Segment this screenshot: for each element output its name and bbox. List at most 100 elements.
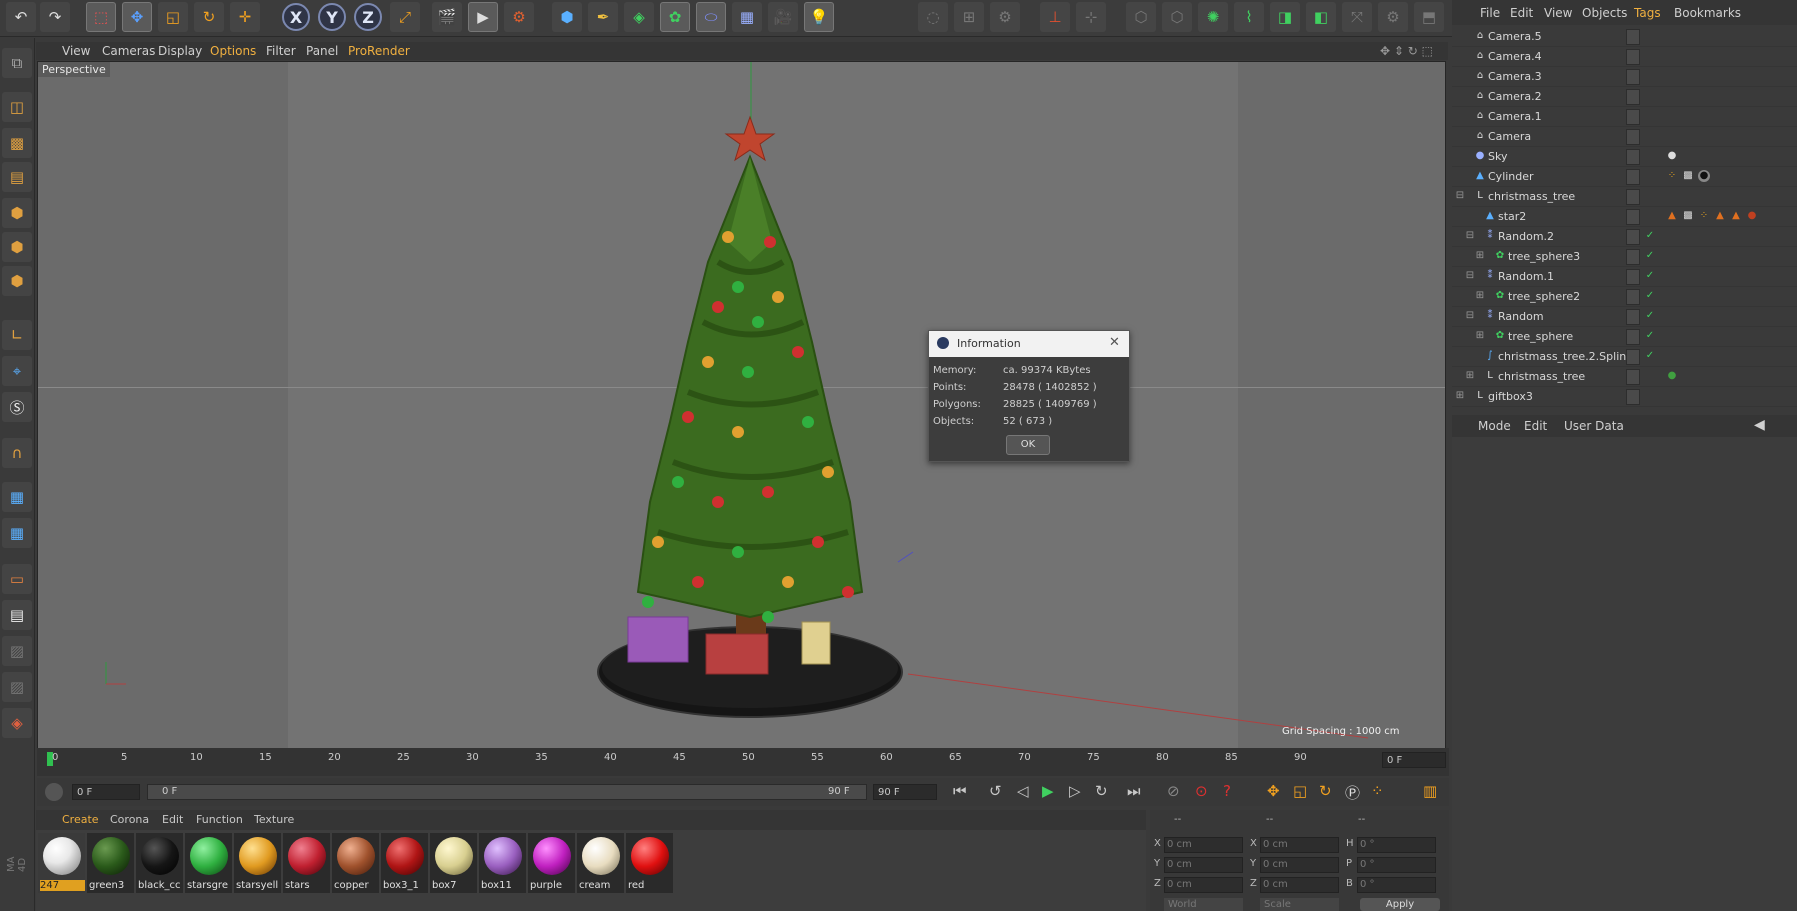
material-swatch[interactable]: green3 xyxy=(87,833,134,893)
redo-icon[interactable]: ↷ xyxy=(40,2,70,32)
object-row[interactable]: ⌂ Camera.2 xyxy=(1452,86,1797,107)
back-arrow-icon[interactable]: ◀ xyxy=(1754,417,1765,433)
rot-p-field[interactable]: 0 ° xyxy=(1357,857,1436,873)
object-row[interactable]: ⊟ Lchristmass_tree xyxy=(1452,186,1797,207)
material-swatch[interactable]: copper xyxy=(332,833,379,893)
timeline-window-icon[interactable]: ▥ xyxy=(1423,782,1437,800)
camera-object-icon[interactable]: 🎥 xyxy=(768,2,798,32)
material-menu-edit[interactable]: Edit xyxy=(162,813,183,826)
material-swatch[interactable]: purple xyxy=(528,833,575,893)
material-swatch[interactable]: black_cc xyxy=(136,833,183,893)
material-swatch[interactable]: starsgre xyxy=(185,833,232,893)
undo-icon[interactable]: ↶ xyxy=(6,2,36,32)
polygons-mode-icon[interactable]: ⬢ xyxy=(2,266,32,296)
layout-icon[interactable]: ▨ xyxy=(2,672,32,702)
x-axis-lock-button[interactable]: X xyxy=(282,3,310,31)
size-mode-select[interactable]: Scale xyxy=(1260,898,1339,911)
size-z-field[interactable]: 0 cm xyxy=(1260,877,1339,893)
collapse-icon[interactable]: ⊟ xyxy=(1464,230,1476,242)
pen-spline-icon[interactable]: ✒ xyxy=(588,2,618,32)
key-pla-icon[interactable]: ⁘ xyxy=(1371,782,1384,800)
subdivision-icon[interactable]: ◈ xyxy=(624,2,654,32)
autokey-icon[interactable]: ⊙ xyxy=(1195,782,1208,800)
start-frame-field[interactable]: 0 F xyxy=(72,784,140,800)
visibility-toggle[interactable] xyxy=(1626,249,1640,265)
object-row[interactable]: ⊟ ⁑ Random.1 ✓ xyxy=(1452,266,1797,287)
viewport-layout-icon[interactable]: ▭ xyxy=(2,564,32,594)
expand-icon[interactable]: ⊞ xyxy=(1474,290,1486,302)
go-to-end-icon[interactable]: ⏭ xyxy=(1127,782,1141,800)
collapse-icon[interactable]: ⊟ xyxy=(1464,310,1476,322)
visibility-toggle[interactable] xyxy=(1626,189,1640,205)
object-row[interactable]: ⊞ Lchristmass_tree ● xyxy=(1452,366,1797,387)
visibility-toggle[interactable] xyxy=(1626,329,1640,345)
expand-icon[interactable]: ⊞ xyxy=(1454,390,1466,402)
om-menu-edit[interactable]: Edit xyxy=(1510,6,1533,20)
ok-button[interactable]: OK xyxy=(1006,435,1050,455)
edges-mode-icon[interactable]: ⬡ xyxy=(1162,2,1192,32)
visibility-toggle[interactable] xyxy=(1626,309,1640,325)
object-row[interactable]: ⌂ Camera.5 xyxy=(1452,26,1797,47)
pos-z-field[interactable]: 0 cm xyxy=(1164,877,1243,893)
model-mode-icon[interactable]: ◫ xyxy=(2,92,32,122)
om-menu-objects[interactable]: Objects xyxy=(1582,6,1627,20)
enabled-check-icon[interactable]: ✓ xyxy=(1644,250,1656,262)
move-tool-icon[interactable]: ✥ xyxy=(122,2,152,32)
enabled-check-icon[interactable]: ✓ xyxy=(1644,290,1656,302)
object-row[interactable]: ⌂ Camera.1 xyxy=(1452,106,1797,127)
object-row[interactable]: ● Sky ● xyxy=(1452,146,1797,167)
object-row[interactable]: ⊞ ✿ tree_sphere2 ✓ xyxy=(1452,286,1797,307)
rot-h-field[interactable]: 0 ° xyxy=(1357,837,1436,853)
visibility-toggle[interactable] xyxy=(1626,229,1640,245)
material-tag-icon[interactable]: ▩ xyxy=(1682,170,1694,182)
viewport-menu-view[interactable]: View xyxy=(62,44,90,58)
object-row[interactable]: ⌂ Camera.4 xyxy=(1452,46,1797,67)
object-row[interactable]: ⊞ Lgiftbox3 xyxy=(1452,386,1797,407)
enabled-check-icon[interactable]: ✓ xyxy=(1644,350,1656,362)
visibility-toggle[interactable] xyxy=(1626,389,1640,405)
current-frame-field[interactable]: 0 F xyxy=(1382,752,1446,768)
texture-mode-icon[interactable]: ⚙ xyxy=(990,2,1020,32)
visibility-toggle[interactable] xyxy=(1626,209,1640,225)
solo-icon[interactable]: Ⓢ xyxy=(2,392,32,422)
enabled-check-icon[interactable]: ✓ xyxy=(1644,270,1656,282)
light-object-icon[interactable]: 💡 xyxy=(804,2,834,32)
material-swatch[interactable]: box7 xyxy=(430,833,477,893)
axis-mode-icon[interactable]: ∟ xyxy=(2,320,32,350)
render-picture-viewer-icon[interactable]: ▶ xyxy=(468,2,498,32)
attr-menu-edit[interactable]: Edit xyxy=(1524,419,1547,433)
close-icon[interactable]: ✕ xyxy=(1109,335,1120,350)
visibility-toggle[interactable] xyxy=(1626,129,1640,145)
key-parameter-icon[interactable]: Ⓟ xyxy=(1345,782,1360,803)
render-view-icon[interactable]: 🎬 xyxy=(432,2,462,32)
pos-y-field[interactable]: 0 cm xyxy=(1164,857,1243,873)
viewport-nav-icons[interactable]: ✥ ⇕ ↻ ⬚ xyxy=(1380,44,1433,58)
points-mode-icon[interactable]: ⬢ xyxy=(2,198,32,228)
deformer-icon[interactable]: ⬭ xyxy=(696,2,726,32)
live-selection-icon[interactable]: ⬚ xyxy=(86,2,116,32)
object-row[interactable]: ▲ star2 ▲ ▩ ⁘ ▲ ▲ ● xyxy=(1452,206,1797,227)
floor-icon[interactable]: ▦ xyxy=(732,2,762,32)
edges-mode-icon[interactable]: ⬢ xyxy=(2,232,32,262)
key-rotation-icon[interactable]: ↻ xyxy=(1319,782,1332,800)
viewport-menu-prorender[interactable]: ProRender xyxy=(348,44,410,58)
record-keys-icon[interactable]: ⊘ xyxy=(1167,782,1180,800)
expand-icon[interactable]: ⊞ xyxy=(1474,250,1486,262)
material-tag-icon[interactable]: ⁘ xyxy=(1666,170,1678,182)
make-editable-icon[interactable]: ⧉ xyxy=(2,48,32,78)
snapping-icon[interactable]: ∩ xyxy=(2,438,32,468)
uv-mode-icon[interactable]: ⊞ xyxy=(954,2,984,32)
cube-primitive-icon[interactable]: ⬢ xyxy=(552,2,582,32)
object-row[interactable]: ⊞ ✿ tree_sphere ✓ xyxy=(1452,326,1797,347)
frame-range-slider[interactable]: 0 F 90 F xyxy=(147,784,867,800)
object-row[interactable]: ⊟ ⁑ Random ✓ xyxy=(1452,306,1797,327)
viewport-menu-panel[interactable]: Panel xyxy=(306,44,338,58)
render-settings-icon[interactable]: ⚙ xyxy=(504,2,534,32)
play-icon[interactable]: ▶ xyxy=(1042,782,1054,800)
key-scale-icon[interactable]: ◱ xyxy=(1293,782,1307,800)
material-menu-create[interactable]: Create xyxy=(62,813,99,826)
expand-icon[interactable]: ⊞ xyxy=(1474,330,1486,342)
expand-icon[interactable]: ⊞ xyxy=(1464,370,1476,382)
rotate-tool-icon[interactable]: ↻ xyxy=(194,2,224,32)
material-tag-icon[interactable]: ● xyxy=(1698,170,1710,182)
